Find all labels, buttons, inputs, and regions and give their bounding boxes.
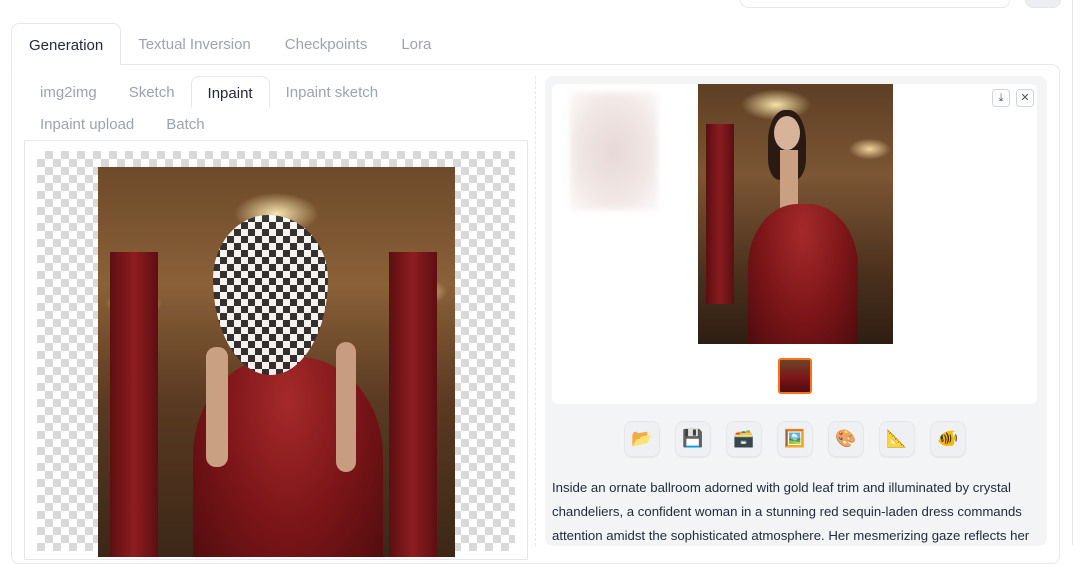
inpaint-mask xyxy=(213,215,328,375)
curtain-left xyxy=(110,252,158,557)
send-to-extras-icon[interactable]: 📐 xyxy=(879,421,915,457)
dress xyxy=(748,204,858,344)
open-folder-icon[interactable]: 📂 xyxy=(624,421,660,457)
close-icon[interactable]: ✕ xyxy=(1016,89,1034,107)
tab-inpaint-upload[interactable]: Inpaint upload xyxy=(24,108,150,140)
tab-inpaint[interactable]: Inpaint xyxy=(190,76,270,108)
tab-checkpoints[interactable]: Checkpoints xyxy=(268,23,385,65)
download-icon[interactable]: ⤓ xyxy=(992,89,1010,107)
top-dropdown[interactable] xyxy=(740,0,1010,8)
gallery-blurred-preview xyxy=(570,92,658,210)
tab-sketch[interactable]: Sketch xyxy=(113,76,191,108)
main-tabs: Generation Textual Inversion Checkpoints… xyxy=(11,23,448,65)
info-line-3: attention amidst the sophisticated atmos… xyxy=(552,528,1030,543)
save-icon[interactable]: 💾 xyxy=(675,421,711,457)
img2img-mode-tabs-row2: Inpaint upload Batch xyxy=(24,108,528,140)
tab-textual-inversion[interactable]: Textual Inversion xyxy=(121,23,268,65)
head xyxy=(774,116,800,150)
arm-left xyxy=(206,347,228,467)
zip-archive-icon[interactable]: 🗃️ xyxy=(726,421,762,457)
img2img-mode-tabs: img2img Sketch Inpaint Inpaint sketch xyxy=(24,76,528,108)
tab-lora[interactable]: Lora xyxy=(384,23,448,65)
tab-batch[interactable]: Batch xyxy=(150,108,220,140)
send-to-inpaint-icon[interactable]: 🎨 xyxy=(828,421,864,457)
tab-generation[interactable]: Generation xyxy=(11,23,122,65)
gallery-thumbnail-selected[interactable] xyxy=(778,358,812,394)
tab-img2img[interactable]: img2img xyxy=(24,76,113,108)
inpaint-canvas-image[interactable] xyxy=(98,167,455,557)
arm-right xyxy=(336,342,356,472)
torso xyxy=(780,150,798,210)
send-to-img2img-icon[interactable]: 🖼️ xyxy=(777,421,813,457)
tab-inpaint-sketch[interactable]: Inpaint sketch xyxy=(270,76,395,108)
page-right-border xyxy=(1072,0,1073,545)
output-toolbar: 📂 💾 🗃️ 🖼️ 🎨 📐 🐠 xyxy=(624,421,966,457)
generation-info-text: Inside an ornate ballroom adorned with g… xyxy=(552,476,1032,548)
curtain-right xyxy=(389,252,437,557)
info-line-2: chandeliers, a confident woman in a stun… xyxy=(552,504,1022,519)
curtain xyxy=(706,124,734,304)
top-action-button[interactable] xyxy=(1025,0,1061,8)
other-tool-icon[interactable]: 🐠 xyxy=(930,421,966,457)
info-line-1: Inside an ornate ballroom adorned with g… xyxy=(552,480,1011,495)
gallery-main-image[interactable] xyxy=(698,84,893,344)
column-divider xyxy=(535,76,536,546)
